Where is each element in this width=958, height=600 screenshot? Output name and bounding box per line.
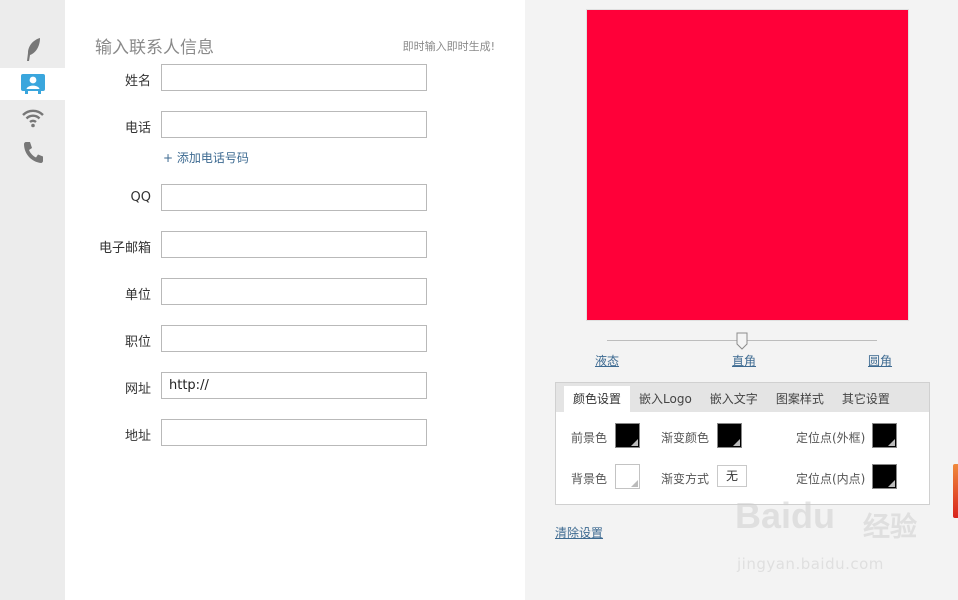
wifi-icon xyxy=(21,109,44,128)
gradient-color-label: 渐变颜色 xyxy=(661,431,710,445)
gradient-mode-label: 渐变方式 xyxy=(661,472,710,486)
email-label: 电子邮箱 xyxy=(98,241,151,256)
baidu-watermark: Baidu 经验 jingyan.baidu.com xyxy=(735,495,925,585)
position-label: 职位 xyxy=(124,335,151,350)
row-website: 网址 xyxy=(65,372,525,400)
row-qq: QQ xyxy=(65,184,525,212)
form-title: 输入联系人信息 xyxy=(95,38,214,58)
outer-anchor-color-swatch[interactable] xyxy=(872,423,897,448)
sidebar-item-phone[interactable] xyxy=(0,136,65,168)
inner-anchor-color-swatch[interactable] xyxy=(872,464,897,489)
row-name: 姓名 xyxy=(65,64,525,92)
watermark-cn: 经验 xyxy=(863,512,917,543)
tab-logo[interactable]: 嵌入Logo xyxy=(630,386,701,412)
tab-color[interactable]: 颜色设置 xyxy=(564,386,631,412)
outer-anchor-label: 定位点(外框) xyxy=(796,431,866,445)
sidebar-item-contact[interactable] xyxy=(0,68,65,100)
website-label: 网址 xyxy=(124,382,151,397)
background-label: 背景色 xyxy=(571,472,608,486)
qr-code-preview xyxy=(586,9,909,321)
shape-slider-thumb[interactable] xyxy=(736,332,748,350)
website-input[interactable] xyxy=(161,372,427,399)
gradient-color-swatch[interactable] xyxy=(717,423,742,448)
name-input[interactable] xyxy=(161,64,427,91)
row-address: 地址 xyxy=(65,419,525,447)
inner-anchor-label: 定位点(内点) xyxy=(796,472,866,486)
add-phone-link[interactable]: + 添加电话号码 xyxy=(163,149,249,166)
email-input[interactable] xyxy=(161,231,427,258)
position-input[interactable] xyxy=(161,325,427,352)
gradient-mode-select[interactable]: 无 xyxy=(717,465,747,487)
address-input[interactable] xyxy=(161,419,427,446)
tab-pattern[interactable]: 图案样式 xyxy=(767,386,833,412)
settings-tabs: 颜色设置 嵌入Logo 嵌入文字 图案样式 其它设置 xyxy=(556,383,929,412)
phone-icon xyxy=(23,142,43,163)
company-label: 单位 xyxy=(124,288,151,303)
sidebar-item-text[interactable] xyxy=(0,34,65,66)
row-position: 职位 xyxy=(65,325,525,353)
foreground-label: 前景色 xyxy=(571,431,608,445)
address-label: 地址 xyxy=(124,429,151,444)
settings-panel: 颜色设置 嵌入Logo 嵌入文字 图案样式 其它设置 前景色 渐变颜色 定位点(… xyxy=(555,382,930,505)
row-phone: 电话 xyxy=(65,111,525,139)
watermark-url: jingyan.baidu.com xyxy=(737,555,884,573)
contact-card-icon xyxy=(20,74,45,94)
phone-label: 电话 xyxy=(124,121,151,136)
row-email: 电子邮箱 xyxy=(65,231,525,259)
background-color-swatch[interactable] xyxy=(615,464,640,489)
phone-input[interactable] xyxy=(161,111,427,138)
form-hint: 即时输入即时生成! xyxy=(402,40,495,53)
side-widget-tab[interactable] xyxy=(953,464,958,518)
name-label: 姓名 xyxy=(124,74,151,89)
sidebar xyxy=(0,0,65,600)
contact-form: 输入联系人信息 即时输入即时生成! 姓名 电话 + 添加电话号码 QQ 电子邮箱… xyxy=(65,0,525,600)
preview-panel: 液态 直角 圆角 颜色设置 嵌入Logo 嵌入文字 图案样式 其它设置 前景色 … xyxy=(525,0,958,600)
slider-label-liquid[interactable]: 液态 xyxy=(595,352,619,369)
feather-icon xyxy=(26,38,40,61)
clear-settings-link[interactable]: 清除设置 xyxy=(555,524,603,541)
row-company: 单位 xyxy=(65,278,525,306)
slider-label-square[interactable]: 直角 xyxy=(732,352,756,369)
slider-label-round[interactable]: 圆角 xyxy=(868,352,892,369)
tab-text[interactable]: 嵌入文字 xyxy=(701,386,767,412)
foreground-color-swatch[interactable] xyxy=(615,423,640,448)
watermark-brand: Baidu xyxy=(735,495,836,536)
company-input[interactable] xyxy=(161,278,427,305)
qq-input[interactable] xyxy=(161,184,427,211)
tab-other[interactable]: 其它设置 xyxy=(833,386,899,412)
sidebar-item-wifi[interactable] xyxy=(0,102,65,134)
qq-label: QQ xyxy=(130,190,151,205)
